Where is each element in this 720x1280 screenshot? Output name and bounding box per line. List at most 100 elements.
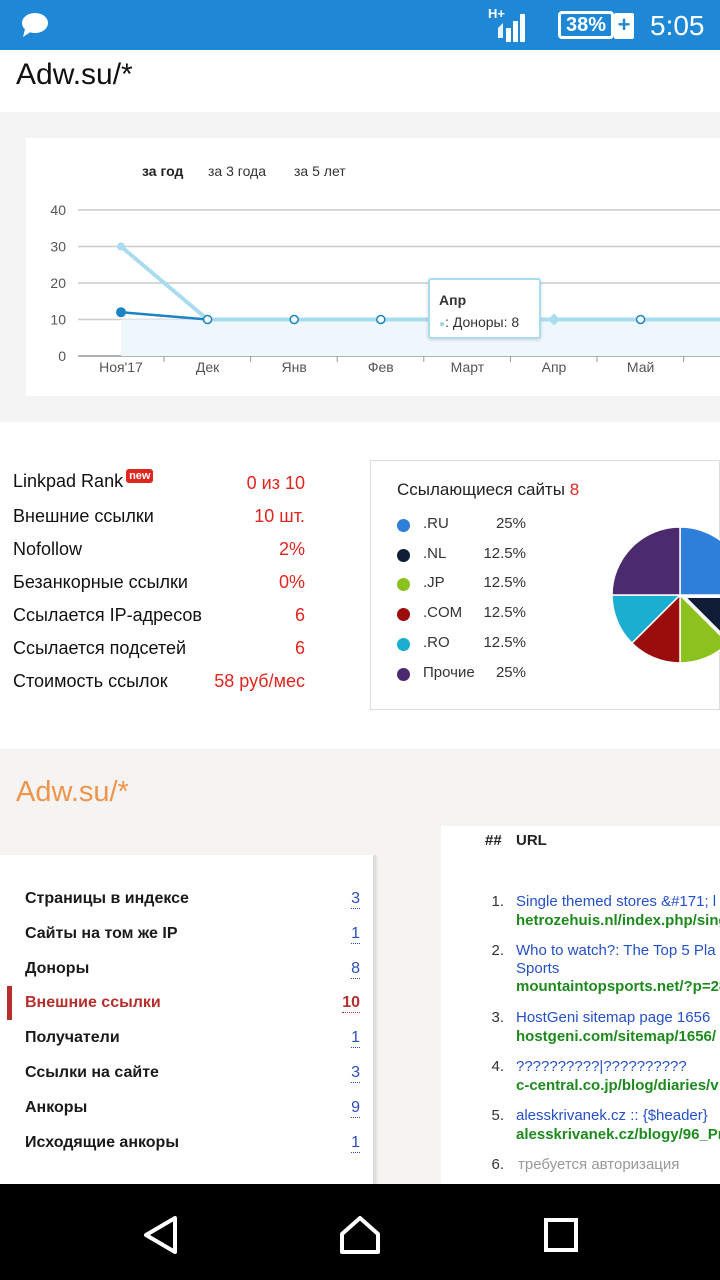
legend-percent: 12.5% <box>483 544 526 562</box>
chat-notification-icon <box>22 13 48 37</box>
legend-label: .COM <box>423 604 463 622</box>
row-number: 5. <box>491 1107 504 1124</box>
menu-item-count[interactable]: 8 <box>351 960 360 979</box>
menu-item-label[interactable]: Анкоры <box>25 1099 87 1117</box>
row-title-link[interactable]: ??????????|?????????? <box>516 1058 720 1075</box>
menu-item-count[interactable]: 10 <box>342 994 360 1014</box>
area-fill <box>121 319 720 356</box>
new-badge: new <box>126 469 154 483</box>
menu-item-label[interactable]: Страницы в индексе <box>25 890 189 908</box>
stat-value-anchorless: 0% <box>278 572 305 592</box>
row-number: 1. <box>491 893 504 910</box>
active-menu-indicator <box>7 986 12 1020</box>
stat-label-nofollow: Nofollow <box>13 539 83 559</box>
row-number: 2. <box>491 942 504 959</box>
section-title: Adw.su/* <box>16 776 129 808</box>
referring-sites-title: Ссылающиеся сайты 8 <box>397 480 579 500</box>
x-tick-label: Ноя'17 <box>99 359 143 375</box>
x-tick-label: Апр <box>542 359 567 375</box>
legend-percent: 12.5% <box>483 574 526 592</box>
stat-label-text: Linkpad Rank <box>13 471 124 491</box>
stat-label-linkpad-rank: Linkpad Rank new <box>13 469 154 492</box>
row-url-link[interactable]: hostgeni.com/sitemap/1656/ <box>516 1028 720 1045</box>
pie-slice[interactable] <box>611 526 681 596</box>
column-header-number: ## <box>485 832 502 849</box>
y-tick-label: 10 <box>50 312 66 328</box>
menu-item-count[interactable]: 9 <box>351 1099 360 1118</box>
menu-item-label[interactable]: Исходящие анкоры <box>25 1134 179 1152</box>
row-url-link[interactable]: c-central.co.jp/blog/diaries/v <box>516 1077 720 1094</box>
chart-tooltip: Апр ●: Доноры: 8 <box>428 278 541 339</box>
legend-dot <box>397 608 410 622</box>
legend-dot <box>397 667 410 681</box>
legend-label: Прочие <box>423 663 475 681</box>
back-icon[interactable] <box>140 1214 182 1256</box>
stat-value-external-links: 10 шт. <box>254 506 305 526</box>
line-chart[interactable]: 010203040Ноя'17ДекЯнвФевМартАпрМайИ <box>26 138 720 396</box>
row-title-link[interactable]: HostGeni sitemap page 1656 <box>516 1009 720 1026</box>
x-tick-label: Май <box>627 359 654 375</box>
data-point[interactable] <box>117 242 125 251</box>
row-url-link[interactable]: alesskrivanek.cz/blogy/96_Pr <box>516 1126 720 1143</box>
signal-icon <box>498 14 525 42</box>
row-title-link[interactable]: alesskrivanek.cz :: {$header} <box>516 1107 720 1124</box>
stat-label-anchorless: Безанкорные ссылки <box>13 572 188 592</box>
menu-item-count[interactable]: 1 <box>351 925 360 944</box>
data-point[interactable] <box>635 314 646 325</box>
menu-item-count[interactable]: 3 <box>351 1064 360 1083</box>
referring-count: 8 <box>569 480 580 499</box>
series-line-1 <box>120 310 208 321</box>
stat-label-ip-addresses: Ссылается IP-адресов <box>13 605 202 625</box>
legend-label: .RU <box>423 515 449 532</box>
menu-item-label[interactable]: Внешние ссылки <box>25 994 161 1012</box>
column-header-url: URL <box>516 832 547 849</box>
y-tick-label: 30 <box>50 239 66 255</box>
x-tick-label: Янв <box>282 359 307 375</box>
stat-value-ip-addresses: 6 <box>294 605 305 625</box>
stat-value-subnets: 6 <box>294 638 305 658</box>
recent-apps-icon[interactable] <box>542 1214 580 1256</box>
menu-item-label[interactable]: Получатели <box>25 1029 120 1047</box>
status-bar: H+ 38% + 5:05 <box>0 0 720 50</box>
y-tick-label: 40 <box>50 202 66 218</box>
legend-percent: 25% <box>495 515 526 532</box>
legend-percent: 12.5% <box>483 633 526 651</box>
menu-item-count[interactable]: 3 <box>351 890 360 909</box>
legend-dot <box>397 519 410 532</box>
tooltip-value: : Доноры: 8 <box>445 314 520 330</box>
data-point[interactable] <box>202 314 213 325</box>
legend-dot <box>397 548 410 562</box>
stat-value-nofollow: 2% <box>278 539 305 559</box>
legend-label: .NL <box>423 544 447 562</box>
data-point[interactable] <box>376 314 386 325</box>
data-point[interactable] <box>116 307 126 318</box>
menu-item-label[interactable]: Доноры <box>25 960 89 978</box>
pie-chart[interactable] <box>610 525 720 665</box>
pie-slice[interactable] <box>679 526 720 596</box>
row-url-link[interactable]: mountaintopsports.net/?p=28 <box>516 978 720 995</box>
row-number: 4. <box>491 1058 504 1075</box>
legend-dot <box>397 637 410 651</box>
home-icon[interactable] <box>338 1214 382 1256</box>
stat-value-linkpad-rank: 0 из 10 <box>246 473 305 493</box>
data-point[interactable] <box>289 314 299 325</box>
stat-label-external-links: Внешние ссылки <box>13 506 154 526</box>
row-title-link[interactable]: Single themed stores &#171; l <box>516 893 720 910</box>
tooltip-title: Апр <box>439 292 467 308</box>
menu-item-count[interactable]: 1 <box>351 1029 360 1049</box>
menu-item-label[interactable]: Сайты на том же IP <box>25 925 178 943</box>
legend-percent: 25% <box>495 663 526 681</box>
tooltip-text: ●: Доноры: 8 <box>439 314 519 330</box>
menu-item-count[interactable]: 1 <box>351 1134 360 1153</box>
legend-label: .JP <box>423 574 445 592</box>
y-tick-label: 0 <box>58 348 66 364</box>
row-number: 6. <box>491 1156 504 1173</box>
legend-label: .RO <box>423 633 450 651</box>
stat-value-link-cost: 58 руб/мес <box>214 671 305 691</box>
row-title-link[interactable]: Who to watch?: The Top 5 Pla Sports <box>516 942 720 978</box>
y-tick-label: 20 <box>50 275 66 291</box>
menu-item-label[interactable]: Ссылки на сайте <box>25 1064 159 1082</box>
row-auth-required: требуется авторизация <box>518 1156 680 1173</box>
row-url-link[interactable]: hetrozehuis.nl/index.php/sing <box>516 912 720 929</box>
row-number: 3. <box>491 1009 504 1026</box>
